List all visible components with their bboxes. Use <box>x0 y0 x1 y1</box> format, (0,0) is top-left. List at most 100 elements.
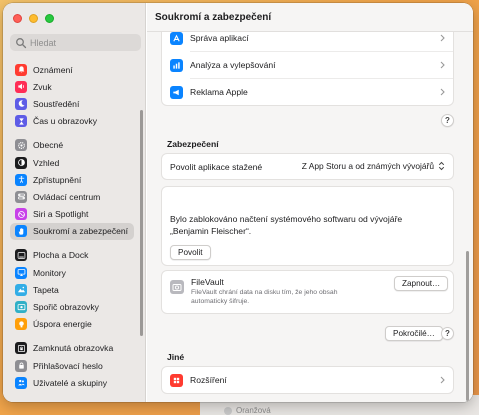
row-apple-advertising[interactable]: Reklama Apple <box>162 79 453 105</box>
blocked-software-card: Bylo zablokováno načtení systémového sof… <box>161 186 454 266</box>
sidebar-item-label: Úspora energie <box>33 319 92 330</box>
content-scroll-area[interactable]: Správa aplikací Analýza a vylepšování Re… <box>147 32 473 402</box>
up-down-chevron-icon <box>438 161 445 171</box>
sidebar-item-speaker[interactable]: Zvuk <box>10 78 134 95</box>
sidebar-item-display[interactable]: Monitory <box>10 264 134 281</box>
analytics-icon <box>170 58 183 72</box>
row-extensions[interactable]: Rozšíření <box>162 367 453 393</box>
display-icon <box>15 266 27 279</box>
sidebar-item-label: Vzhled <box>33 157 60 168</box>
other-card: Rozšíření <box>161 366 454 394</box>
users-icon <box>15 376 27 389</box>
filevault-title: FileVault <box>191 277 224 287</box>
allow-apps-card: Povolit aplikace stažené Z App Storu a o… <box>161 153 454 180</box>
search-icon <box>16 37 27 48</box>
sidebar-item-wallpaper[interactable]: Tapeta <box>10 281 134 298</box>
sidebar-item-moon[interactable]: Soustředění <box>10 95 134 112</box>
chevron-right-icon <box>440 376 445 384</box>
section-title-security: Zabezpečení <box>167 139 219 149</box>
megaphone-icon <box>170 85 183 99</box>
help-button[interactable]: ? <box>441 327 454 340</box>
row-app-management[interactable]: Správa aplikací <box>162 32 453 51</box>
moon-icon <box>15 97 27 110</box>
color-swatch <box>224 407 232 415</box>
sidebar-item-label: Monitory <box>33 267 66 278</box>
filevault-turn-on-button[interactable]: Zapnout… <box>394 276 449 291</box>
sidebar-item-hand[interactable]: Soukromí a zabezpečení <box>10 222 134 240</box>
sidebar-item-users[interactable]: Uživatelé a skupiny <box>10 374 134 391</box>
sidebar-item-label: Obecné <box>33 140 64 151</box>
gear-icon <box>15 139 27 152</box>
app-management-icon <box>170 32 183 45</box>
wallpaper-icon <box>15 283 27 296</box>
allow-button[interactable]: Povolit <box>170 245 211 260</box>
sidebar-item-dock[interactable]: Plocha a Dock <box>10 247 134 264</box>
row-label: Rozšíření <box>190 375 227 385</box>
lock-icon <box>15 359 27 372</box>
chevron-right-icon <box>440 88 445 96</box>
filevault-icon <box>170 280 184 294</box>
sidebar-item-label: Soukromí a zabezpečení <box>33 226 129 237</box>
sidebar-item-label: Uživatelé a skupiny <box>33 377 108 388</box>
sidebar-item-hourglass[interactable]: Čas u obrazovky <box>10 113 134 130</box>
minimize-button[interactable] <box>29 14 38 23</box>
sidebar-item-label: Zamknutá obrazovka <box>33 343 114 354</box>
bulb-icon <box>15 318 27 331</box>
bell-icon <box>15 63 27 76</box>
sidebar-item-bell[interactable]: Oznámení <box>10 61 134 78</box>
blocked-message: Bylo zablokováno načtení systémového sof… <box>170 214 403 236</box>
row-label: Správa aplikací <box>190 33 249 43</box>
sidebar-item-label: Přihlašovací heslo <box>33 360 103 371</box>
search-input[interactable] <box>30 37 135 48</box>
main-pane: Soukromí a zabezpečení Správa aplikací A… <box>147 3 473 402</box>
row-label: Reklama Apple <box>190 87 248 97</box>
main-scrollbar[interactable] <box>466 251 469 401</box>
lock-screen-icon <box>15 342 27 355</box>
sidebar-item-bulb[interactable]: Úspora energie <box>10 316 134 333</box>
hand-icon <box>15 225 27 238</box>
search-field[interactable] <box>10 34 141 51</box>
window-controls <box>13 14 54 23</box>
sidebar-item-control-center[interactable]: Ovládací centrum <box>10 188 134 205</box>
sidebar-item-accessibility[interactable]: Zpřístupnění <box>10 171 134 188</box>
sidebar-scrollbar[interactable] <box>140 110 143 336</box>
sidebar-item-label: Plocha a Dock <box>33 250 89 261</box>
sidebar-item-siri[interactable]: Siri a Spotlight <box>10 206 134 223</box>
sidebar-item-gear[interactable]: Obecné <box>10 137 134 154</box>
puzzle-icon <box>170 373 183 387</box>
sidebar-item-appearance[interactable]: Vzhled <box>10 154 134 171</box>
sidebar-item-label: Spořič obrazovky <box>33 302 99 313</box>
dock-icon <box>15 249 27 262</box>
filevault-description: FileVault chrání data na disku tím, že j… <box>191 289 338 305</box>
sidebar-item-label: Zpřístupnění <box>33 174 82 185</box>
allow-apps-select[interactable]: Z App Storu a od známých vývojářů <box>302 161 445 171</box>
siri-icon <box>15 208 27 221</box>
sidebar-item-label: Čas u obrazovky <box>33 116 98 127</box>
row-analytics[interactable]: Analýza a vylepšování <box>162 52 453 78</box>
allow-apps-value: Z App Storu a od známých vývojářů <box>301 161 434 171</box>
speaker-icon <box>15 80 27 93</box>
sidebar-item-lock-screen[interactable]: Zamknutá obrazovka <box>10 340 134 357</box>
chevron-right-icon <box>440 34 445 42</box>
advanced-button[interactable]: Pokročilé… <box>385 326 443 341</box>
privacy-card: Správa aplikací Analýza a vylepšování Re… <box>161 32 454 106</box>
sidebar-item-label: Siri a Spotlight <box>33 209 89 220</box>
filevault-card: FileVault FileVault chrání data na disku… <box>161 270 454 314</box>
row-label: Analýza a vylepšování <box>190 60 276 70</box>
sidebar-item-lock[interactable]: Přihlašovací heslo <box>10 357 134 374</box>
sidebar-item-label: Soustředění <box>33 98 80 109</box>
sidebar-item-screensaver[interactable]: Spořič obrazovky <box>10 298 134 315</box>
background-window-text: Oranžová <box>236 406 271 415</box>
sidebar-item-label: Oznámení <box>33 64 73 75</box>
sidebar: Oznámení Zvuk Soustředění Čas u obrazovky Ob… <box>3 3 146 402</box>
hourglass-icon <box>15 115 27 128</box>
titlebar: Soukromí a zabezpečení <box>147 3 473 32</box>
close-button[interactable] <box>13 14 22 23</box>
help-button[interactable]: ? <box>441 114 454 127</box>
section-title-other: Jiné <box>167 352 185 362</box>
sidebar-item-label: Ovládací centrum <box>33 191 101 202</box>
zoom-button[interactable] <box>45 14 54 23</box>
